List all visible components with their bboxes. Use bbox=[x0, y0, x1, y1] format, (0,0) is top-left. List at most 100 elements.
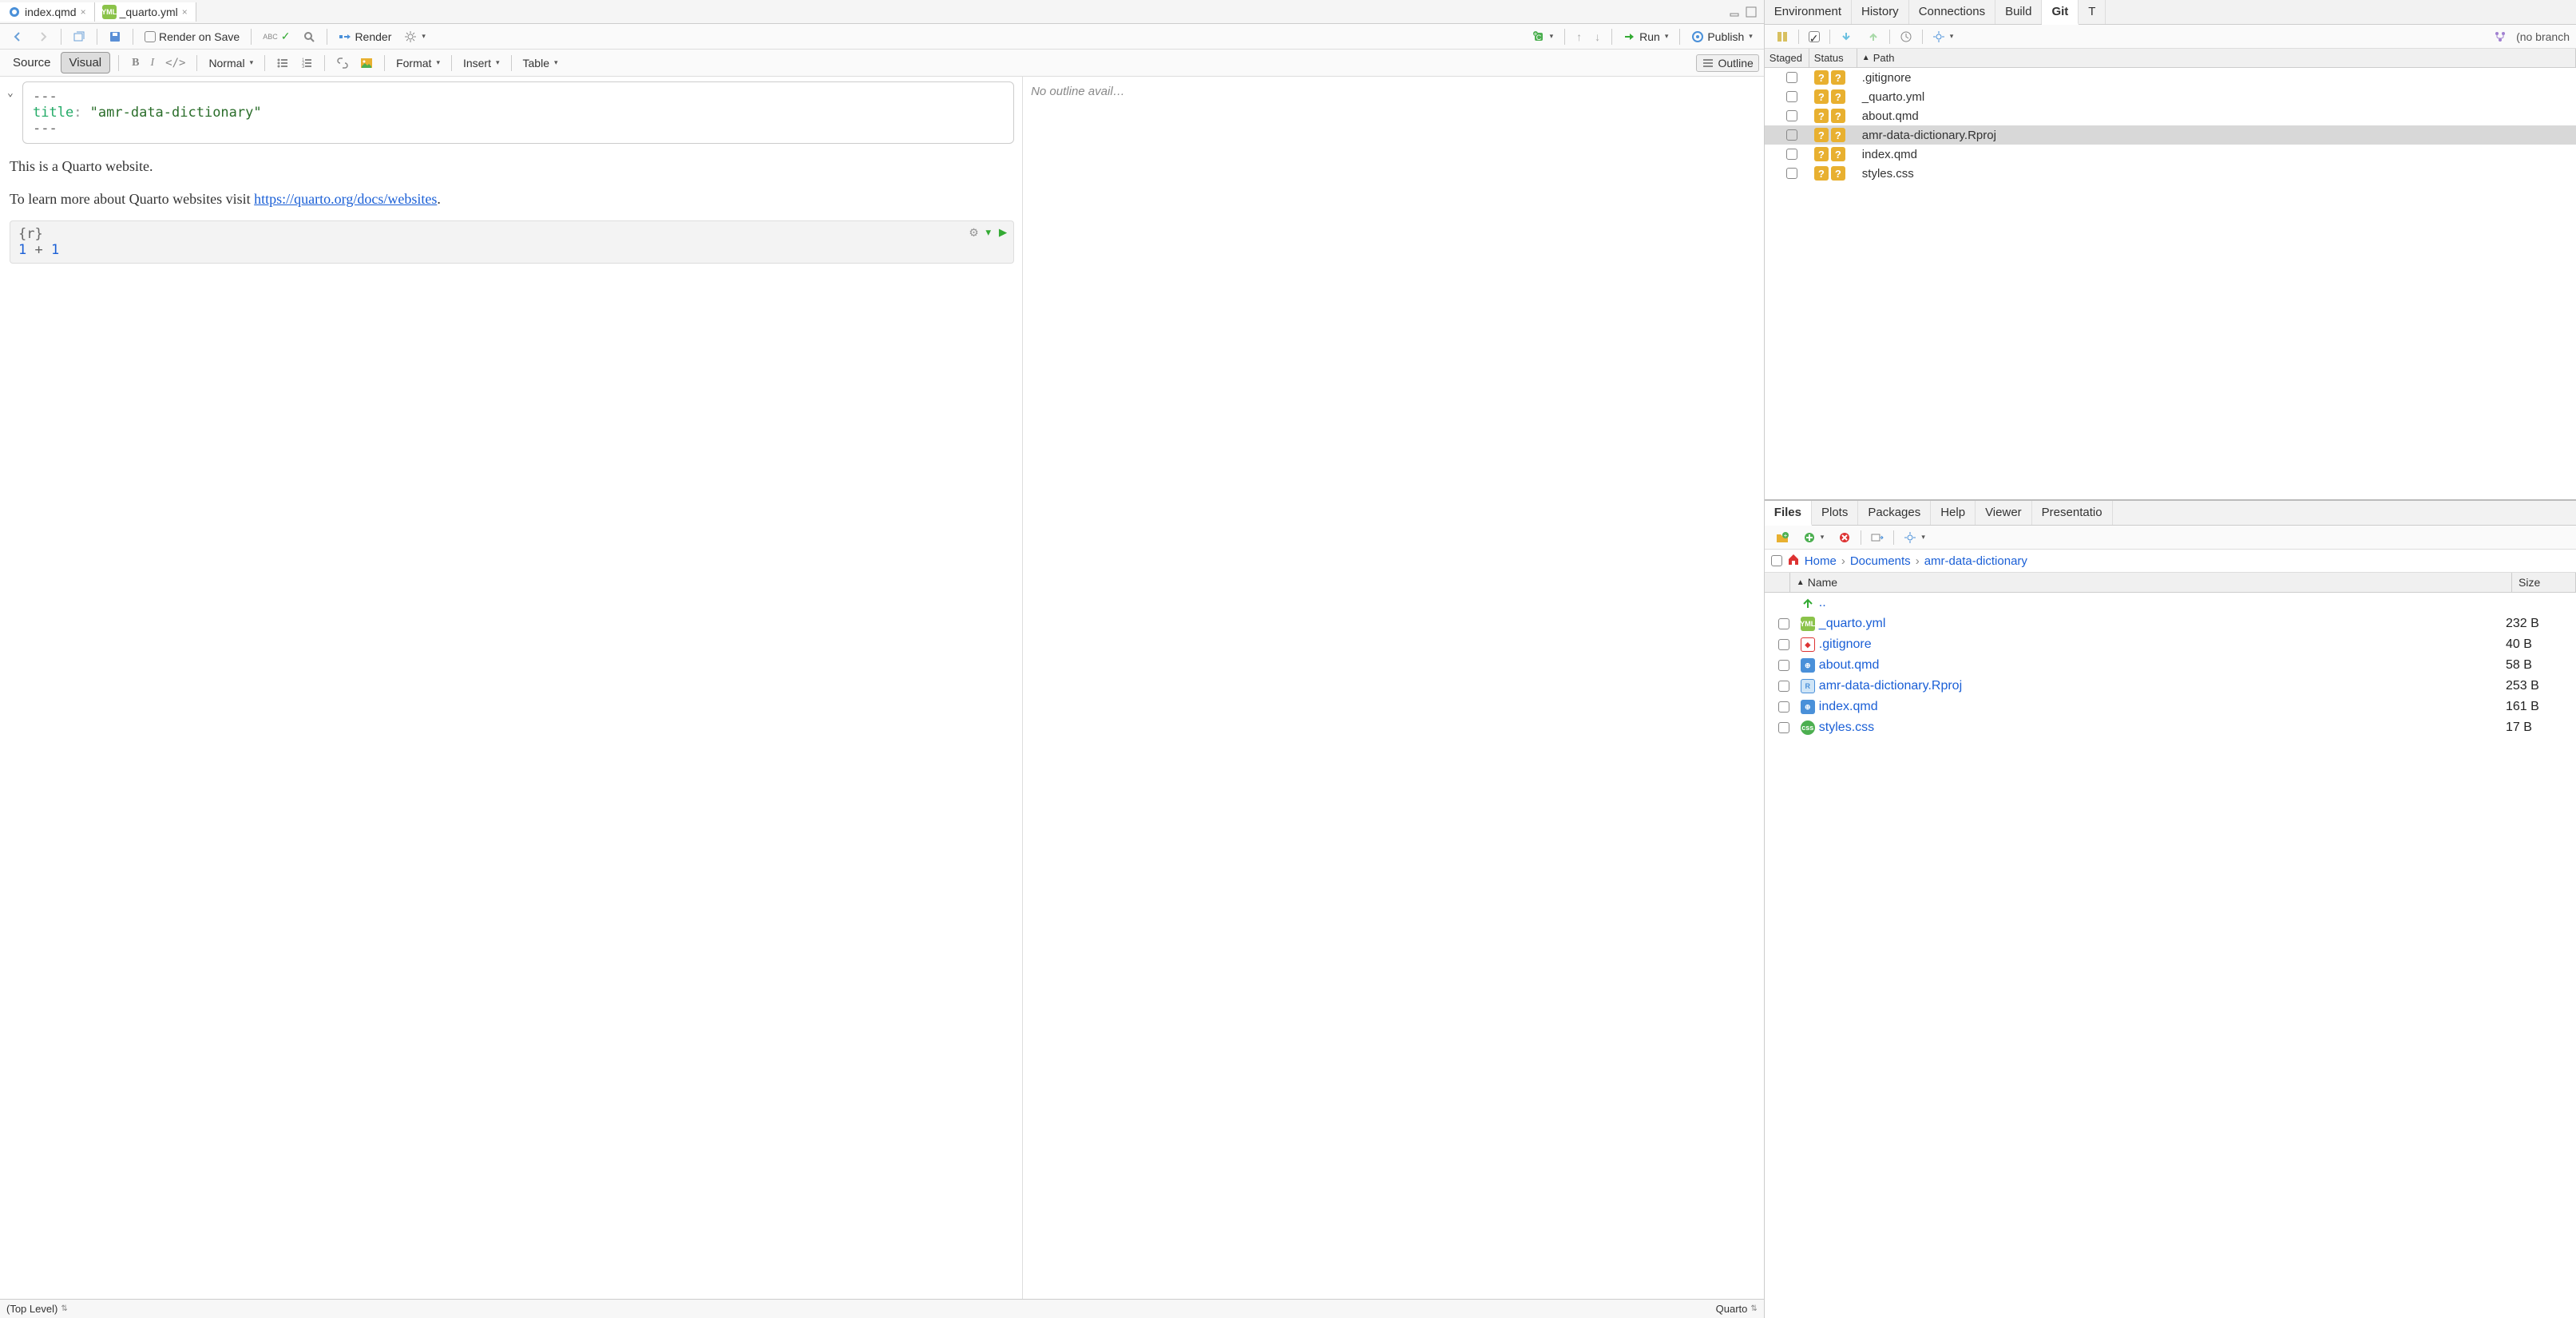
chunk-settings-icon[interactable]: ⚙ bbox=[969, 224, 977, 240]
git-more-button[interactable]: ▾ bbox=[1928, 29, 1959, 45]
file-name[interactable]: _quarto.yml bbox=[1819, 617, 2506, 631]
link-button[interactable] bbox=[331, 55, 354, 71]
stage-checkbox[interactable] bbox=[1786, 129, 1797, 141]
git-branch-icon[interactable] bbox=[2489, 29, 2511, 45]
stage-checkbox[interactable] bbox=[1786, 168, 1797, 179]
git-history-button[interactable] bbox=[1895, 29, 1917, 45]
git-commit-button[interactable]: ✓ bbox=[1804, 30, 1825, 44]
file-checkbox[interactable] bbox=[1778, 701, 1789, 713]
scope-selector[interactable]: (Top Level) ⇅ bbox=[6, 1303, 68, 1315]
home-icon[interactable] bbox=[1787, 553, 1800, 569]
minimize-pane-icon[interactable] bbox=[1729, 6, 1742, 18]
file-name[interactable]: about.qmd bbox=[1819, 658, 2506, 673]
file-checkbox[interactable] bbox=[1778, 722, 1789, 733]
table-menu[interactable]: Table▾ bbox=[518, 55, 563, 71]
publish-button[interactable]: Publish ▾ bbox=[1686, 29, 1757, 45]
stage-checkbox[interactable] bbox=[1786, 110, 1797, 121]
spellcheck-button[interactable]: ABC✓ bbox=[258, 28, 295, 45]
tab-viewer[interactable]: Viewer bbox=[1976, 501, 2032, 525]
editor-content[interactable]: ⌄ --- title: "amr-data-dictionary" --- T… bbox=[0, 77, 1023, 1299]
file-name[interactable]: index.qmd bbox=[1819, 700, 2506, 714]
run-previous-icon[interactable]: ▾ bbox=[985, 224, 993, 240]
git-diff-button[interactable] bbox=[1771, 29, 1793, 45]
visual-mode-button[interactable]: Visual bbox=[61, 52, 111, 73]
tab-environment[interactable]: Environment bbox=[1765, 0, 1852, 24]
find-button[interactable] bbox=[298, 29, 320, 45]
col-status[interactable]: Status bbox=[1809, 49, 1857, 67]
file-name[interactable]: .gitignore bbox=[1819, 637, 2506, 652]
go-next-chunk-button[interactable]: ↓ bbox=[1590, 29, 1605, 45]
breadcrumb-home[interactable]: Home bbox=[1805, 554, 1837, 568]
bullet-list-button[interactable] bbox=[271, 55, 294, 71]
tab-plots[interactable]: Plots bbox=[1812, 501, 1858, 525]
image-button[interactable] bbox=[355, 55, 378, 71]
run-button[interactable]: Run ▾ bbox=[1619, 29, 1673, 45]
source-mode-button[interactable]: Source bbox=[5, 53, 59, 73]
stage-checkbox[interactable] bbox=[1786, 91, 1797, 102]
save-button[interactable] bbox=[104, 29, 126, 45]
git-file-row[interactable]: ??about.qmd bbox=[1765, 106, 2576, 125]
file-checkbox[interactable] bbox=[1778, 618, 1789, 629]
close-icon[interactable]: × bbox=[182, 6, 188, 18]
italic-button[interactable]: I bbox=[145, 55, 159, 71]
render-on-save-toggle[interactable]: Render on Save bbox=[140, 29, 244, 45]
git-file-row[interactable]: ??amr-data-dictionary.Rproj bbox=[1765, 125, 2576, 145]
close-icon[interactable]: × bbox=[81, 6, 86, 18]
files-more-button[interactable]: ▾ bbox=[1899, 530, 1930, 546]
yaml-frontmatter[interactable]: ⌄ --- title: "amr-data-dictionary" --- bbox=[22, 81, 1014, 144]
tab-help[interactable]: Help bbox=[1931, 501, 1976, 525]
file-row[interactable]: YML_quarto.yml232 B bbox=[1765, 613, 2576, 634]
col-size[interactable]: Size bbox=[2512, 573, 2576, 592]
doctype-selector[interactable]: Quarto ⇅ bbox=[1716, 1303, 1758, 1315]
code-chunk[interactable]: ⚙ ▾ ▶ {r} 1 + 1 bbox=[10, 220, 1014, 264]
file-row[interactable]: ◆.gitignore40 B bbox=[1765, 634, 2576, 655]
new-file-button[interactable]: ▾ bbox=[1798, 530, 1829, 546]
file-row[interactable]: ⊕about.qmd58 B bbox=[1765, 655, 2576, 676]
show-in-new-window-button[interactable] bbox=[68, 29, 90, 45]
tab-connections[interactable]: Connections bbox=[1909, 0, 1995, 24]
forward-button[interactable] bbox=[32, 29, 54, 45]
file-tab-quarto-yml[interactable]: YML _quarto.yml × bbox=[95, 2, 196, 22]
tab-more[interactable]: T bbox=[2079, 0, 2106, 24]
body-link[interactable]: https://quarto.org/docs/websites bbox=[254, 191, 437, 207]
col-name[interactable]: ▲Name bbox=[1790, 573, 2512, 592]
file-name[interactable]: amr-data-dictionary.Rproj bbox=[1819, 679, 2506, 693]
rename-button[interactable] bbox=[1866, 530, 1888, 546]
outline-toggle[interactable]: Outline bbox=[1696, 54, 1758, 72]
tab-build[interactable]: Build bbox=[1995, 0, 2042, 24]
delete-button[interactable] bbox=[1833, 530, 1856, 546]
tab-git[interactable]: Git bbox=[2042, 0, 2079, 25]
file-name[interactable]: styles.css bbox=[1819, 721, 2506, 735]
insert-menu[interactable]: Insert▾ bbox=[458, 55, 505, 71]
git-file-row[interactable]: ??_quarto.yml bbox=[1765, 87, 2576, 106]
back-button[interactable] bbox=[6, 29, 29, 45]
format-menu[interactable]: Format▾ bbox=[391, 55, 445, 71]
render-settings-button[interactable]: ▾ bbox=[399, 29, 430, 45]
breadcrumb-project[interactable]: amr-data-dictionary bbox=[1924, 554, 2027, 568]
body-paragraph[interactable]: This is a Quarto website. bbox=[10, 155, 1014, 178]
file-row[interactable]: Ramr-data-dictionary.Rproj253 B bbox=[1765, 676, 2576, 697]
run-chunk-icon[interactable]: ▶ bbox=[999, 224, 1007, 240]
git-pull-button[interactable] bbox=[1835, 29, 1857, 45]
file-checkbox[interactable] bbox=[1778, 639, 1789, 650]
git-push-button[interactable] bbox=[1862, 29, 1884, 45]
new-folder-button[interactable]: + bbox=[1771, 530, 1793, 546]
tab-files[interactable]: Files bbox=[1765, 501, 1812, 526]
col-path[interactable]: ▲Path bbox=[1857, 49, 2576, 67]
tab-history[interactable]: History bbox=[1852, 0, 1909, 24]
git-file-row[interactable]: ??index.qmd bbox=[1765, 145, 2576, 164]
maximize-pane-icon[interactable] bbox=[1745, 6, 1758, 18]
col-staged[interactable]: Staged bbox=[1765, 49, 1809, 67]
parent-dir-row[interactable]: .. bbox=[1765, 593, 2576, 613]
go-prev-chunk-button[interactable]: ↑ bbox=[1571, 29, 1587, 45]
file-row[interactable]: ⊕index.qmd161 B bbox=[1765, 697, 2576, 717]
render-button[interactable]: Render bbox=[334, 29, 396, 45]
stage-checkbox[interactable] bbox=[1786, 72, 1797, 83]
tab-presentation[interactable]: Presentatio bbox=[2032, 501, 2113, 525]
stage-checkbox[interactable] bbox=[1786, 149, 1797, 160]
git-file-row[interactable]: ??styles.css bbox=[1765, 164, 2576, 183]
file-tab-index[interactable]: index.qmd × bbox=[0, 2, 95, 22]
block-format-dropdown[interactable]: Normal▾ bbox=[204, 55, 258, 71]
file-checkbox[interactable] bbox=[1778, 660, 1789, 671]
insert-chunk-button[interactable]: C+▾ bbox=[1528, 29, 1559, 45]
